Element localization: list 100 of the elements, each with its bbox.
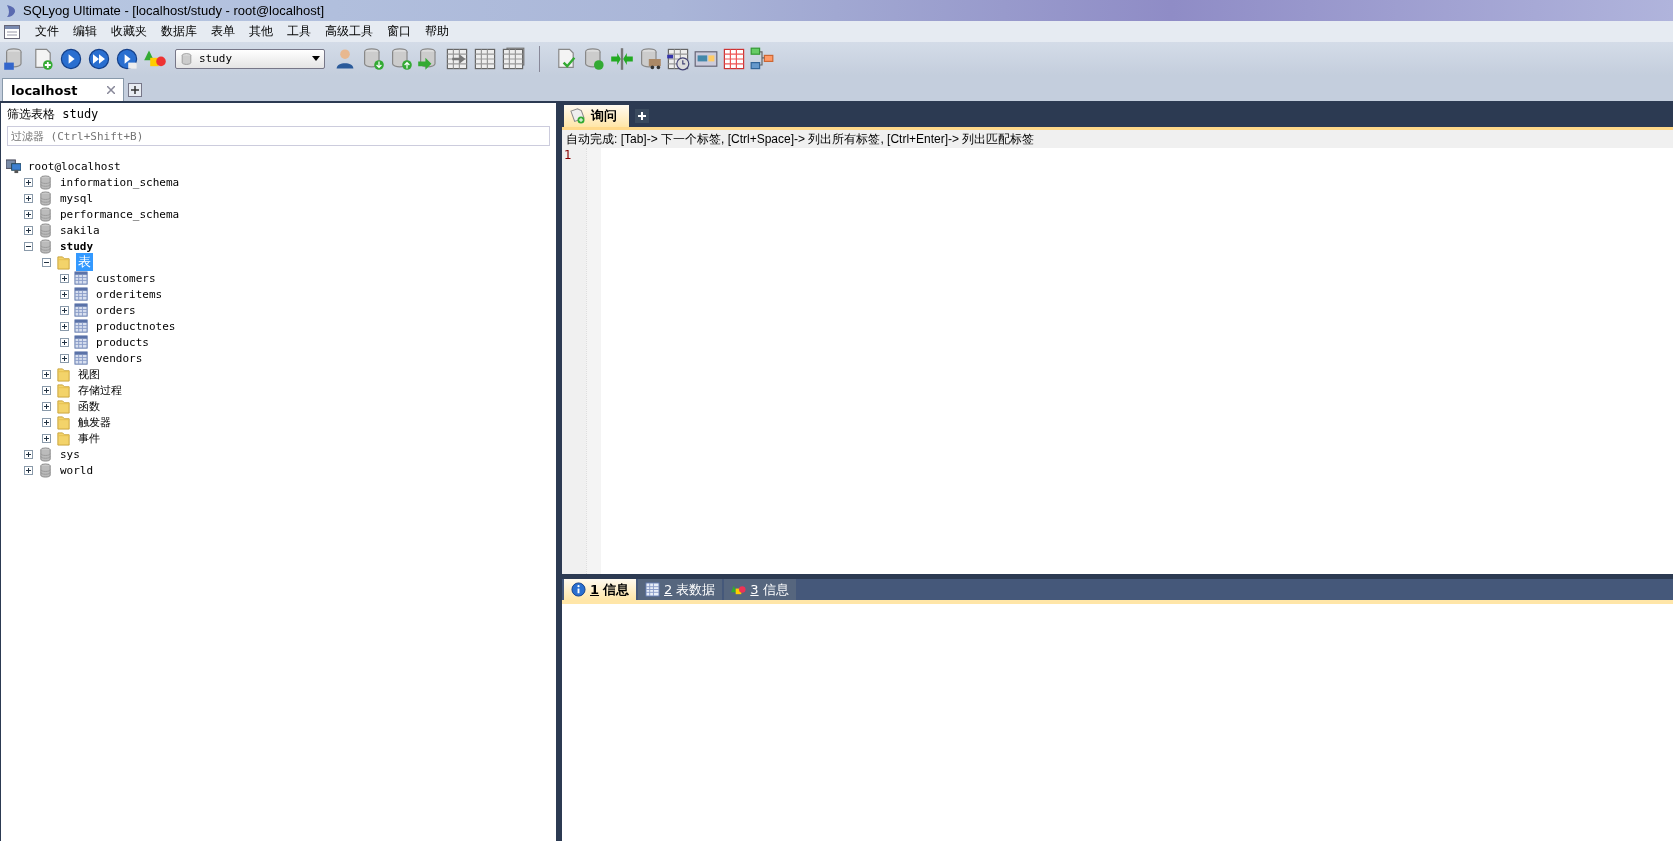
table-node[interactable]: orders bbox=[94, 303, 138, 317]
database-icon bbox=[38, 238, 53, 254]
database-node[interactable]: sakila bbox=[58, 223, 102, 237]
close-icon[interactable] bbox=[107, 86, 116, 94]
folder-node[interactable]: 函数 bbox=[76, 398, 102, 414]
folder-icon bbox=[56, 254, 71, 270]
menu-item[interactable]: 高级工具 bbox=[318, 21, 380, 42]
database-icon bbox=[38, 222, 53, 238]
menu-item[interactable]: 数据库 bbox=[154, 21, 204, 42]
expand-icon[interactable] bbox=[24, 193, 33, 203]
server-node[interactable]: root@localhost bbox=[26, 159, 123, 173]
folder-icon bbox=[56, 430, 71, 446]
script-add-icon bbox=[570, 108, 586, 124]
folder-node[interactable]: 触发器 bbox=[76, 414, 113, 430]
collapse-icon[interactable] bbox=[42, 257, 51, 267]
filter-label: 筛选表格 study bbox=[6, 106, 100, 123]
menu-item[interactable]: 窗口 bbox=[380, 21, 418, 42]
table-grid-icon[interactable] bbox=[722, 46, 746, 71]
execute-icon[interactable] bbox=[59, 46, 83, 71]
table-node[interactable]: productnotes bbox=[94, 319, 178, 333]
database-node[interactable]: world bbox=[58, 463, 96, 477]
database-node[interactable]: information_schema bbox=[58, 175, 182, 189]
table-icon bbox=[74, 318, 89, 334]
database-icon bbox=[38, 462, 53, 478]
schema-diagram-icon[interactable] bbox=[750, 46, 774, 71]
expand-icon[interactable] bbox=[60, 337, 69, 347]
folder-icon bbox=[56, 414, 71, 430]
table-icon bbox=[74, 302, 89, 318]
folder-icon bbox=[56, 398, 71, 414]
table-icon bbox=[74, 286, 89, 302]
folder-icon bbox=[56, 366, 71, 382]
folder-node[interactable]: 视图 bbox=[76, 366, 102, 382]
table-icon[interactable] bbox=[473, 46, 497, 71]
execute-edit-icon[interactable] bbox=[115, 46, 139, 71]
folder-icon bbox=[56, 382, 71, 398]
database-down-icon[interactable] bbox=[361, 46, 385, 71]
expand-icon[interactable] bbox=[24, 209, 33, 219]
dropdown-caret-icon bbox=[312, 56, 320, 61]
expand-icon[interactable] bbox=[60, 273, 69, 283]
query-tab[interactable]: 询问 bbox=[564, 105, 629, 127]
table-icon bbox=[74, 270, 89, 286]
collapse-icon[interactable] bbox=[24, 241, 33, 251]
app-logo-icon bbox=[4, 3, 18, 18]
database-select[interactable]: study bbox=[175, 48, 325, 69]
table-icon bbox=[645, 582, 661, 597]
menu-item[interactable]: 文件 bbox=[28, 21, 66, 42]
menu-item[interactable]: 收藏夹 bbox=[104, 21, 154, 42]
result-tab[interactable]: 2 表数据 bbox=[638, 579, 723, 600]
result-tab[interactable]: 1 信息 bbox=[564, 579, 637, 600]
menu-item[interactable]: 表单 bbox=[204, 21, 242, 42]
database-truck-icon[interactable] bbox=[638, 46, 662, 71]
result-tab[interactable]: 3 信息 bbox=[724, 579, 796, 600]
database-up-icon[interactable] bbox=[389, 46, 413, 71]
expand-icon[interactable] bbox=[24, 225, 33, 235]
folder-node[interactable]: 存储过程 bbox=[76, 382, 124, 398]
menu-item[interactable]: 工具 bbox=[280, 21, 318, 42]
autocomplete-hint: 自动完成: [Tab]-> 下一个标签, [Ctrl+Space]-> 列出所有标签, [Ctrl+Enter]-> 列出匹配标签 bbox=[562, 127, 1673, 148]
expand-icon[interactable] bbox=[24, 465, 33, 475]
add-tab-icon[interactable] bbox=[128, 83, 143, 97]
add-tab-icon[interactable] bbox=[635, 109, 649, 123]
menu-item[interactable]: 其他 bbox=[242, 21, 280, 42]
table-icon bbox=[74, 334, 89, 350]
table-icon bbox=[74, 350, 89, 366]
query-editor[interactable]: 1 bbox=[562, 148, 1673, 574]
database-icon bbox=[38, 190, 53, 206]
expand-icon[interactable] bbox=[24, 449, 33, 459]
expand-icon[interactable] bbox=[24, 177, 33, 187]
expand-icon[interactable] bbox=[60, 305, 69, 315]
menu-item[interactable]: 帮助 bbox=[418, 21, 456, 42]
database-icon bbox=[180, 51, 193, 66]
table-node[interactable]: customers bbox=[94, 271, 158, 285]
connection-tab[interactable]: localhost bbox=[2, 78, 125, 101]
expand-icon[interactable] bbox=[60, 289, 69, 299]
expand-icon[interactable] bbox=[42, 385, 51, 395]
expand-icon[interactable] bbox=[42, 401, 51, 411]
expand-icon[interactable] bbox=[60, 321, 69, 331]
server-icon bbox=[6, 158, 21, 174]
expand-icon[interactable] bbox=[42, 417, 51, 427]
table-clock-icon[interactable] bbox=[666, 46, 690, 71]
expand-icon[interactable] bbox=[42, 369, 51, 379]
window-menu-icon[interactable] bbox=[4, 24, 20, 39]
database-node[interactable]: mysql bbox=[58, 191, 96, 205]
table-arrow-icon[interactable] bbox=[445, 46, 469, 71]
table-node[interactable]: orderitems bbox=[94, 287, 165, 301]
execute-all-icon[interactable] bbox=[87, 46, 111, 71]
menu-item[interactable]: 编辑 bbox=[66, 21, 104, 42]
table-node[interactable]: vendors bbox=[94, 351, 145, 365]
database-node[interactable]: study bbox=[58, 239, 96, 253]
expand-icon[interactable] bbox=[60, 353, 69, 363]
table-node[interactable]: products bbox=[94, 335, 151, 349]
table-copy-icon[interactable] bbox=[501, 46, 525, 71]
folder-node[interactable]: 事件 bbox=[76, 430, 102, 446]
filter-field[interactable]: 过滤器 (Ctrl+Shift+B) bbox=[7, 126, 550, 146]
window-title: SQLyog Ultimate - [localhost/study - root@localhost] bbox=[23, 3, 324, 18]
line-number: 1 bbox=[563, 148, 573, 162]
database-node[interactable]: sys bbox=[58, 447, 82, 461]
info-icon bbox=[571, 582, 586, 597]
database-node[interactable]: performance_schema bbox=[58, 207, 182, 221]
expand-icon[interactable] bbox=[42, 433, 51, 443]
database-icon bbox=[38, 446, 53, 462]
